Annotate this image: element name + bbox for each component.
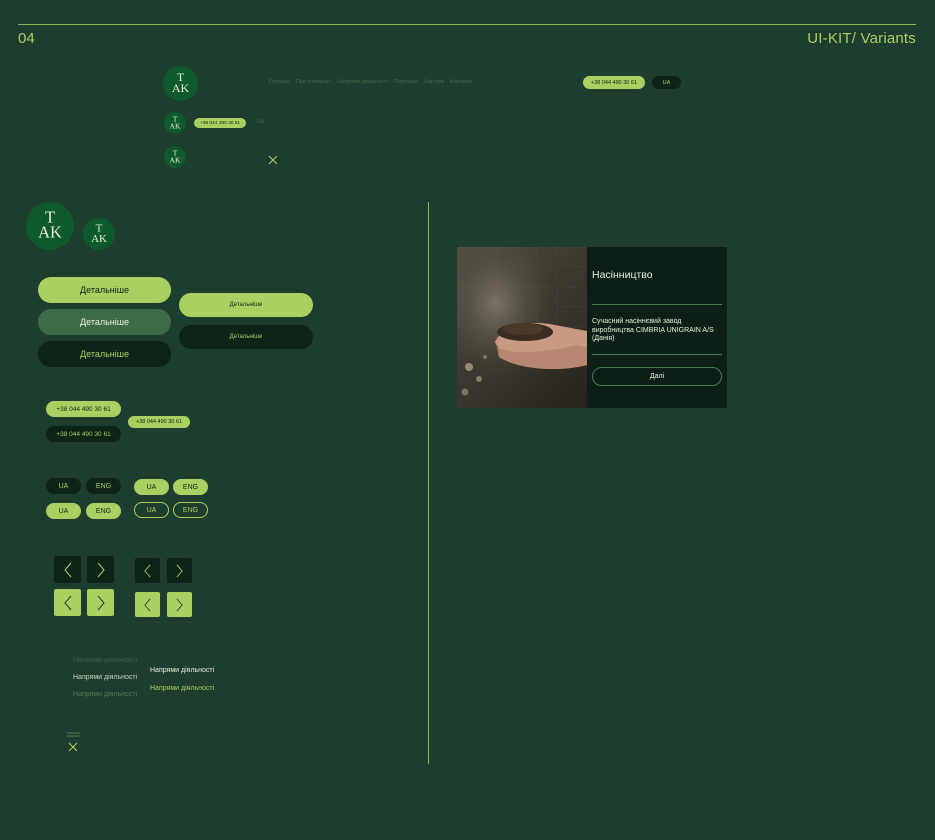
more-button-small-dark[interactable]: Детальніше	[179, 325, 313, 349]
lang-ua-lime-alt[interactable]: UA	[134, 479, 169, 495]
service-card[interactable]: Насінництво Сучасний насіннєвий завод ви…	[457, 247, 727, 408]
tablet-phone-button[interactable]: +38 044 490 30 61	[194, 118, 246, 128]
prev-arrow-button-small-dark[interactable]	[135, 558, 160, 583]
phone-button-dark[interactable]: +38 044 490 30 61	[46, 426, 121, 442]
chevron-right-icon	[97, 595, 105, 610]
chevron-left-icon	[63, 595, 71, 610]
chevron-left-icon	[63, 562, 71, 577]
logo-medium-header[interactable]: T AK	[164, 112, 186, 134]
chevron-right-icon	[176, 564, 183, 577]
phone-button-small-lime[interactable]: +38 044 490 30 61	[128, 416, 190, 428]
nav-link-career[interactable]: Кар'єра	[424, 79, 443, 85]
svg-text:AK: AK	[170, 155, 181, 164]
logo-large: T AK	[26, 202, 74, 250]
close-icon[interactable]	[68, 739, 78, 752]
card-divider-bottom	[592, 354, 722, 355]
header-divider	[18, 24, 916, 25]
card-description: Сучасний насіннєвий завод виробництва CI…	[592, 318, 714, 342]
lang-ua-outline[interactable]: UA	[134, 502, 169, 518]
nav-link-directions[interactable]: Напрями діяльності	[337, 79, 387, 85]
header-lang-button[interactable]: UA	[652, 76, 681, 89]
prev-arrow-button-dark[interactable]	[54, 556, 81, 583]
menu-item-muted[interactable]: Напрями діяльності	[73, 691, 137, 698]
chevron-right-icon	[176, 598, 183, 611]
prev-arrow-button-lime[interactable]	[54, 589, 81, 616]
lang-eng-outline[interactable]: ENG	[173, 502, 208, 518]
lang-ua-lime[interactable]: UA	[46, 503, 81, 519]
logo-mark-icon: T AK	[170, 114, 181, 130]
svg-text:AK: AK	[172, 81, 190, 95]
lang-eng-dark[interactable]: ENG	[86, 478, 121, 494]
next-arrow-button-small-lime[interactable]	[167, 592, 192, 617]
more-button-large-mid[interactable]: Детальніше	[38, 309, 171, 335]
menu-item-default[interactable]: Напрями діяльності	[73, 657, 137, 664]
page-number: 04	[18, 30, 35, 47]
logo-mark-icon: T AK	[91, 223, 107, 245]
logo-medium: T AK	[83, 218, 115, 250]
menu-item-active[interactable]: Напрями діяльності	[150, 685, 214, 692]
page-title: UI-KIT/ Variants	[807, 30, 916, 47]
close-icon[interactable]	[268, 152, 278, 165]
card-next-button[interactable]: Далі	[592, 367, 722, 386]
logo-mark-icon: T AK	[172, 70, 190, 95]
nav-link-contacts[interactable]: Контакти	[450, 79, 473, 85]
next-arrow-button-dark[interactable]	[87, 556, 114, 583]
next-arrow-button-lime[interactable]	[87, 589, 114, 616]
svg-text:AK: AK	[170, 121, 181, 130]
logo-small-header[interactable]: T AK	[164, 146, 186, 168]
tablet-lang-label[interactable]: UA	[257, 119, 264, 125]
lang-ua-dark[interactable]: UA	[46, 478, 81, 494]
phone-button-lime[interactable]: +38 044 490 30 61	[46, 401, 121, 417]
hamburger-menu-icon[interactable]	[67, 725, 80, 737]
svg-text:AK: AK	[91, 233, 107, 245]
card-divider-top	[592, 304, 722, 305]
card-photo-hands-soil	[457, 247, 587, 408]
chevron-left-icon	[144, 564, 151, 577]
logo-large-header[interactable]: T AK	[163, 66, 198, 101]
next-arrow-button-small-dark[interactable]	[167, 558, 192, 583]
more-button-large-dark[interactable]: Детальніше	[38, 341, 171, 367]
svg-text:AK: AK	[38, 223, 62, 242]
more-button-large-lime[interactable]: Детальніше	[38, 277, 171, 303]
prev-arrow-button-small-lime[interactable]	[135, 592, 160, 617]
logo-mark-icon: T AK	[170, 148, 181, 164]
nav-link-about[interactable]: Про компанію	[296, 79, 331, 85]
header-phone-button[interactable]: +38 044 490 30 61	[583, 76, 645, 89]
menu-item-hover[interactable]: Напрями діяльності	[73, 674, 137, 681]
nav-link-partners[interactable]: Партнери	[394, 79, 419, 85]
nav-link-home[interactable]: Головна	[269, 79, 290, 85]
chevron-right-icon	[97, 562, 105, 577]
chevron-left-icon	[144, 598, 151, 611]
card-title: Насінництво	[592, 269, 653, 281]
lang-eng-lime[interactable]: ENG	[86, 503, 121, 519]
menu-item-white[interactable]: Напрями діяльності	[150, 667, 214, 674]
nav-links: Головна Про компанію Напрями діяльності …	[269, 79, 473, 85]
section-divider	[428, 202, 429, 764]
lang-eng-lime-alt[interactable]: ENG	[173, 479, 208, 495]
more-button-small-lime[interactable]: Детальніше	[179, 293, 313, 317]
logo-mark-icon: T AK	[38, 208, 62, 242]
